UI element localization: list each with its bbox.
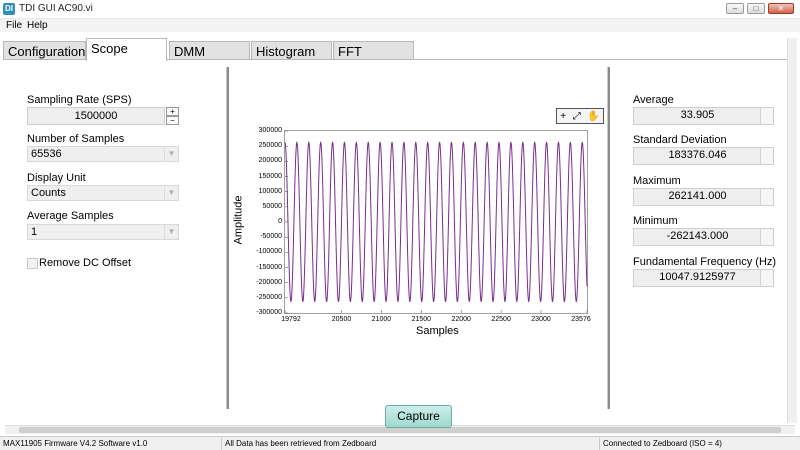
y-axis-title: Amplitude: [232, 195, 245, 245]
x-tick-label: 19792: [281, 316, 301, 323]
vertical-scrollbar[interactable]: [787, 38, 797, 423]
close-button[interactable]: ✕: [768, 3, 794, 14]
stat-label: Minimum: [633, 215, 678, 227]
avg-samples-select[interactable]: 1 ▼: [27, 224, 179, 240]
y-tick-label: 150000: [258, 172, 282, 180]
tab-fft[interactable]: FFT: [333, 41, 414, 60]
minimize-button[interactable]: –: [726, 3, 744, 14]
remove-dc-checkbox[interactable]: [27, 258, 38, 269]
x-tick-label: 20500: [331, 316, 352, 323]
maximize-button[interactable]: □: [747, 3, 765, 14]
x-axis-title: Samples: [416, 325, 459, 337]
stat-value: 183376.046: [668, 149, 727, 161]
status-connection: Connected to Zedboard (ISO = 4): [603, 439, 722, 448]
crosshair-icon[interactable]: +: [560, 111, 566, 122]
stat-value: 262141.000: [668, 190, 727, 202]
window-controls: – □ ✕: [726, 3, 794, 14]
window-title: TDI GUI AC90.vi: [19, 3, 93, 14]
capture-button[interactable]: Capture: [385, 405, 452, 428]
sampling-rate-input[interactable]: 1500000: [27, 107, 165, 125]
x-tick-label: 21500: [411, 316, 432, 323]
status-message: All Data has been retrieved from Zedboar…: [222, 438, 600, 450]
num-samples-select[interactable]: 65536 ▼: [27, 146, 179, 162]
status-firmware: MAX11905 Firmware V4.2 Software v1.0: [0, 438, 222, 450]
num-samples-value: 65536: [31, 148, 62, 160]
stat-indicator: 33.905: [633, 107, 774, 125]
stat-indicator: 183376.046: [633, 147, 774, 165]
stat-label: Standard Deviation: [633, 134, 727, 146]
display-unit-select[interactable]: Counts ▼: [27, 185, 179, 201]
app-icon: DI: [3, 3, 15, 15]
stat-knob: [760, 189, 773, 205]
avg-samples-label: Average Samples: [27, 210, 114, 222]
remove-dc-label: Remove DC Offset: [39, 257, 132, 269]
x-tick-label: 21000: [371, 316, 392, 323]
menu-help[interactable]: Help: [27, 20, 48, 31]
status-bar: MAX11905 Firmware V4.2 Software v1.0 All…: [0, 436, 800, 450]
avg-samples-value: 1: [31, 226, 38, 238]
stat-knob: [760, 108, 773, 124]
y-tick-label: 300000: [258, 127, 282, 134]
stat-indicator: -262143.000: [633, 228, 774, 246]
tab-bar: Configuration Scope DMM Histogram FFT: [3, 38, 793, 61]
display-unit-value: Counts: [31, 187, 66, 199]
display-unit-label: Display Unit: [27, 172, 86, 184]
num-samples-label: Number of Samples: [27, 133, 125, 145]
chevron-down-icon: ▼: [164, 225, 178, 239]
y-tick-label: -200000: [256, 278, 282, 286]
stat-label: Fundamental Frequency (Hz): [633, 256, 777, 268]
right-separator: [607, 67, 610, 409]
tab-dmm[interactable]: DMM: [169, 41, 250, 60]
tab-scope[interactable]: Scope: [86, 38, 167, 61]
y-tick-label: 200000: [258, 157, 282, 165]
plot-area[interactable]: [284, 130, 588, 314]
stat-indicator: 10047.9125977: [633, 269, 774, 287]
tab-configuration[interactable]: Configuration: [3, 41, 86, 60]
title-bar: DI TDI GUI AC90.vi – □ ✕: [0, 0, 800, 19]
decrement-button[interactable]: −: [166, 116, 179, 125]
chevron-down-icon: ▼: [164, 186, 178, 200]
sampling-rate-label: Sampling Rate (SPS): [27, 94, 132, 106]
left-separator: [226, 67, 229, 409]
y-tick-label: -250000: [256, 293, 282, 301]
menu-bar: File Help: [0, 19, 800, 32]
stat-value: -262143.000: [666, 230, 729, 242]
stat-knob: [760, 270, 773, 286]
y-tick-label: -100000: [256, 248, 282, 256]
stat-value: 10047.9125977: [659, 271, 736, 283]
menu-file[interactable]: File: [6, 20, 22, 31]
x-tick-label: 23576: [571, 316, 591, 323]
x-tick-label: 23000: [531, 316, 551, 323]
stat-value: 33.905: [680, 109, 715, 121]
stat-indicator: 262141.000: [633, 188, 774, 206]
graph-palette: + ⤢ ✋: [556, 108, 604, 124]
stat-knob: [760, 229, 773, 245]
tab-histogram[interactable]: Histogram: [251, 41, 332, 60]
stat-knob: [760, 148, 773, 164]
zoom-icon[interactable]: ⤢: [573, 111, 581, 122]
increment-button[interactable]: +: [166, 107, 179, 116]
stat-label: Maximum: [633, 175, 681, 187]
y-tick-label: 250000: [258, 142, 282, 150]
sampling-rate-control: 1500000 + −: [27, 107, 179, 125]
pan-hand-icon[interactable]: ✋: [587, 111, 599, 122]
y-tick-label: -150000: [256, 263, 282, 271]
y-tick-label: 100000: [258, 187, 282, 195]
stat-label: Average: [633, 94, 674, 106]
y-tick-label: -300000: [256, 309, 282, 316]
chevron-down-icon: ▼: [164, 147, 178, 161]
x-tick-label: 22500: [491, 316, 511, 323]
x-tick-label: 22000: [451, 316, 471, 323]
